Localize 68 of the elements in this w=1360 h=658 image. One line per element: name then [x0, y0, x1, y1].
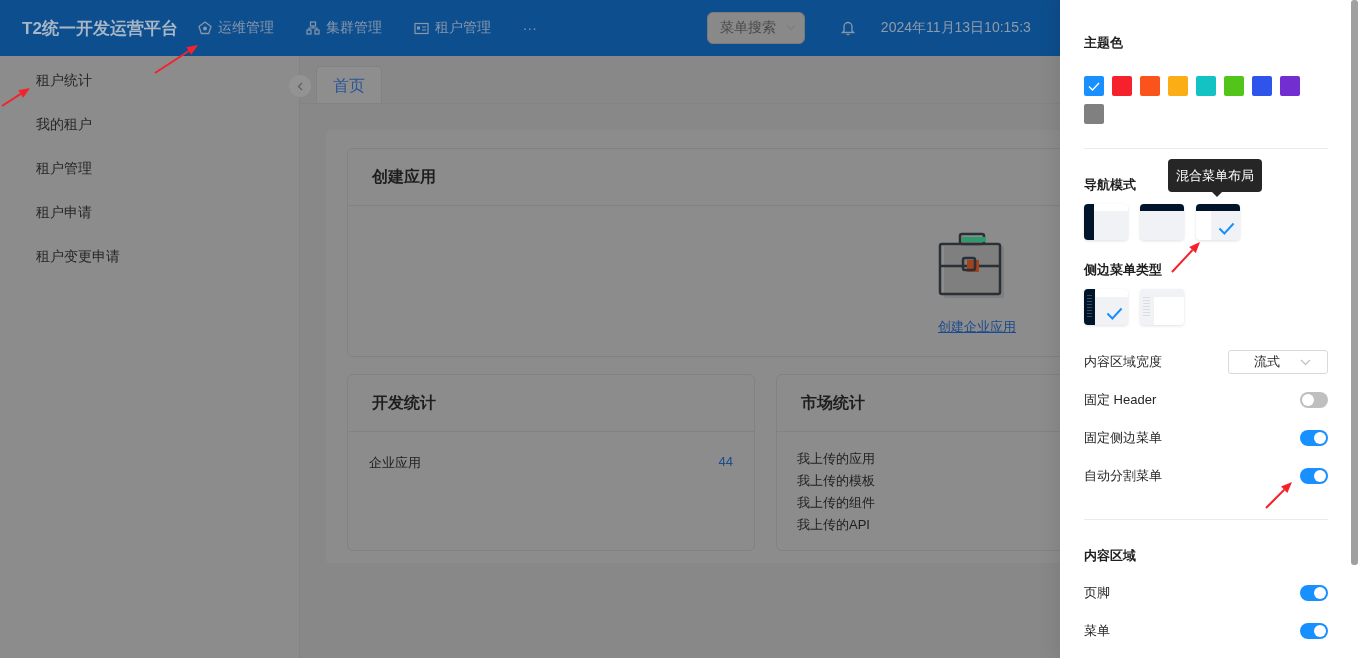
sidebar-item[interactable]: 租户变更申请 [36, 244, 120, 288]
sidebar-item[interactable]: 租户统计 [36, 68, 92, 112]
toggle-switch[interactable] [1300, 585, 1328, 601]
stat-label: 我上传的应用 [797, 450, 875, 468]
collapse-button[interactable] [289, 75, 311, 97]
setting-label: 内容区域宽度 [1084, 353, 1162, 371]
sidebar-item[interactable]: 租户申请 [36, 200, 92, 244]
stat-label: 我上传的模板 [797, 472, 875, 490]
toggle-switch[interactable] [1300, 392, 1328, 408]
annotation-arrow [1171, 242, 1200, 273]
sidebar-item[interactable]: 我的租户 [36, 112, 92, 156]
stat-value[interactable]: 44 [718, 454, 733, 528]
scrollbar[interactable] [1351, 0, 1358, 565]
annotation-arrow [154, 45, 198, 74]
toggle-switch[interactable] [1300, 468, 1328, 484]
stat-label: 我上传的组件 [797, 494, 875, 512]
briefcase-icon [938, 232, 1004, 298]
page-tab[interactable]: 首页 [316, 66, 382, 103]
annotation-arrow [1265, 482, 1292, 509]
tooltip-pointer [1212, 192, 1222, 197]
section-title: 主题色 [1084, 34, 1123, 52]
create-enterprise-app-link[interactable]: 创建企业应用 [938, 318, 1016, 336]
annotation-arrow [1, 88, 30, 107]
setting-label: 固定 Header [1084, 391, 1157, 409]
color-swatch[interactable] [1280, 76, 1300, 96]
color-swatch[interactable] [1084, 76, 1104, 96]
chevron-down-icon [1299, 358, 1311, 366]
stat-label: 企业应用 [369, 454, 421, 472]
nav-menu-item[interactable]: 租户管理 [413, 19, 491, 37]
tooltip: 混合菜单布局 [1168, 159, 1262, 192]
id-card-icon [413, 21, 429, 35]
color-swatch[interactable] [1084, 104, 1104, 124]
nav-menu-item[interactable]: 集群管理 [305, 19, 382, 37]
layout-option[interactable] [1084, 204, 1128, 240]
stat-label: 我上传的API [797, 516, 870, 534]
app-title: T2统一开发运营平台 [22, 17, 178, 40]
setting-label: 自动分割菜单 [1084, 467, 1162, 485]
date-time: 2024年11月13日10:15:3 [880, 19, 1031, 37]
check-icon [1088, 81, 1100, 91]
nav-menu-item[interactable]: 运维管理 [197, 19, 274, 37]
card-title: 开发统计 [348, 375, 754, 432]
check-icon [1106, 307, 1123, 320]
color-swatch[interactable] [1168, 76, 1188, 96]
section-title: 导航模式 [1084, 176, 1136, 194]
chevron-left-icon [297, 81, 303, 91]
color-swatch[interactable] [1252, 76, 1272, 96]
sidebar-item[interactable]: 租户管理 [36, 156, 92, 200]
section-title: 侧边菜单类型 [1084, 261, 1162, 279]
color-swatch[interactable] [1224, 76, 1244, 96]
setting-label: 固定侧边菜单 [1084, 429, 1162, 447]
pentagon-icon [197, 21, 212, 35]
layout-option[interactable] [1196, 204, 1240, 240]
setting-label: 菜单 [1084, 622, 1110, 640]
color-swatch[interactable] [1196, 76, 1216, 96]
layout-option[interactable] [1084, 289, 1128, 325]
width-select[interactable]: 流式 [1228, 350, 1328, 374]
check-icon [1218, 222, 1235, 235]
cluster-icon [305, 21, 320, 35]
more-menu-button[interactable]: ··· [522, 20, 537, 36]
toggle-switch[interactable] [1300, 430, 1328, 446]
section-title: 内容区域 [1084, 547, 1136, 565]
menu-search-select[interactable]: 菜单搜索 [706, 12, 805, 44]
color-swatch[interactable] [1140, 76, 1160, 96]
layout-option[interactable] [1140, 204, 1184, 240]
toggle-switch[interactable] [1300, 623, 1328, 639]
color-swatch[interactable] [1112, 76, 1132, 96]
setting-label: 页脚 [1084, 584, 1110, 602]
bell-icon[interactable] [840, 20, 855, 36]
